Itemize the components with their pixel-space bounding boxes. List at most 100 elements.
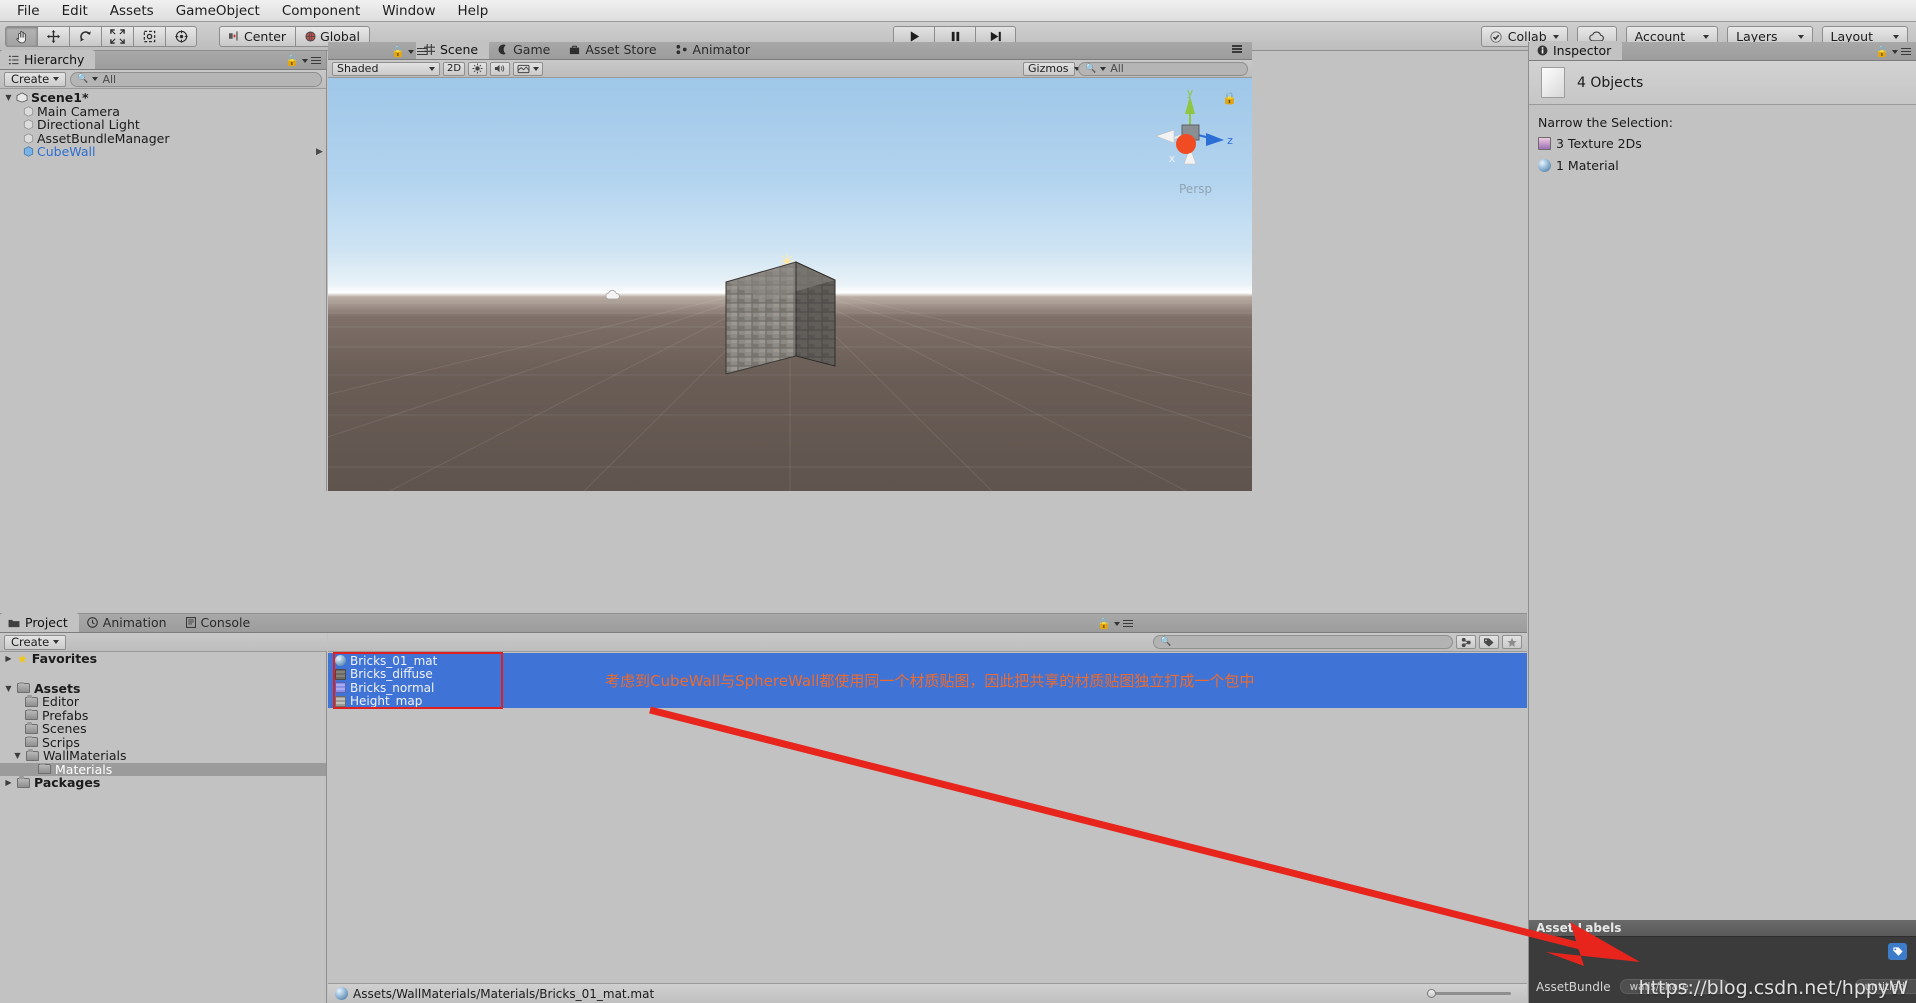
chevron-right-icon[interactable]: ▶	[4, 654, 13, 663]
move-tool-button[interactable]	[37, 25, 69, 47]
hamburger-icon[interactable]	[1232, 45, 1242, 53]
hierarchy-search-input[interactable]: 🔍 All	[70, 71, 322, 87]
scene-lock-menu[interactable]: 🔒	[391, 45, 427, 58]
lighting-toggle-button[interactable]	[468, 61, 488, 76]
sun-icon	[472, 63, 483, 74]
asset-row-bricks-normal[interactable]: Bricks_normal	[335, 681, 505, 695]
menu-item-assets[interactable]: Assets	[99, 1, 165, 21]
brick-wall-object[interactable]	[724, 258, 837, 378]
zoom-slider[interactable]	[1427, 989, 1511, 998]
gizmos-dropdown[interactable]: Gizmos	[1023, 61, 1080, 76]
fx-toggle-button[interactable]	[513, 61, 544, 76]
hierarchy-icon	[8, 55, 19, 64]
asset-label: Height_map	[350, 694, 423, 709]
tab-scene[interactable]: Scene	[416, 40, 490, 59]
tab-game[interactable]: Game	[489, 40, 561, 59]
chevron-down-icon[interactable]: ▼	[4, 684, 13, 693]
search-icon: 🔍	[77, 74, 89, 84]
inspector-panel-menu[interactable]: 🔒	[1875, 45, 1911, 58]
project-search-input[interactable]: 🔍	[1153, 635, 1453, 649]
chevron-down-icon	[429, 66, 435, 71]
transform-tool-button[interactable]	[165, 25, 197, 47]
asset-label: Bricks_01_mat	[350, 653, 438, 668]
tab-animation[interactable]: Animation	[79, 613, 178, 632]
folder-row-wallmaterials[interactable]: ▼ WallMaterials	[0, 748, 326, 763]
annotation-text: 考虑到CubeWall与SphereWall都使用同一个材质贴图，因此把共享的材…	[605, 671, 1255, 690]
narrow-item-material[interactable]: 1 Material	[1538, 157, 1907, 174]
rect-tool-button[interactable]	[133, 25, 165, 47]
hierarchy-create-button[interactable]: Create	[4, 71, 67, 87]
folder-row-packages[interactable]: ▶ Packages	[0, 775, 326, 790]
tab-hierarchy[interactable]: Hierarchy	[0, 50, 96, 69]
project-subbar: Create	[0, 633, 327, 652]
hierarchy-item-cubewall[interactable]: CubeWall ▶	[0, 144, 326, 159]
hamburger-icon[interactable]	[1901, 47, 1911, 56]
menu-item-help[interactable]: Help	[446, 1, 499, 21]
zoom-slider-knob[interactable]	[1427, 989, 1436, 998]
scene-axis-gizmo[interactable]: y z x 🔒	[1146, 86, 1237, 188]
audio-toggle-button[interactable]	[490, 61, 511, 76]
tab-asset-store[interactable]: Asset Store	[561, 40, 667, 59]
asset-row-bricks-01-mat[interactable]: Bricks_01_mat	[335, 654, 505, 668]
chevron-down-icon[interactable]: ▼	[13, 751, 22, 760]
scene-projection-label[interactable]: Persp	[1179, 182, 1212, 196]
menu-item-edit[interactable]: Edit	[51, 1, 99, 21]
folder-row-favorites[interactable]: ▶ ★ Favorites	[0, 652, 326, 666]
assetbundle-variant-dropdown[interactable]: untitled	[1854, 979, 1916, 994]
chevron-down-icon[interactable]: ▼	[4, 93, 13, 102]
tab-inspector[interactable]: Inspector	[1529, 41, 1623, 60]
lock-icon[interactable]: 🔒	[285, 54, 299, 67]
menu-item-gameobject[interactable]: GameObject	[165, 1, 271, 21]
project-create-button[interactable]: Create	[4, 634, 67, 650]
hand-tool-button[interactable]	[5, 25, 37, 47]
folder-row-materials[interactable]: Materials	[0, 762, 326, 777]
assetbundle-name-dropdown[interactable]: walls/share	[1619, 979, 1728, 994]
narrow-item-textures[interactable]: 3 Texture 2Ds	[1538, 135, 1907, 152]
scene-panel-menu[interactable]	[1232, 45, 1242, 53]
folder-row-assets[interactable]: ▼ Assets	[0, 681, 326, 696]
tab-console[interactable]: Console	[178, 613, 262, 632]
tab-animator[interactable]: Animator	[668, 40, 761, 59]
scene-search-input[interactable]: 🔍 All	[1078, 61, 1248, 76]
chevron-right-icon[interactable]: ▶	[4, 778, 13, 787]
tag-icon[interactable]	[1888, 943, 1907, 960]
project-panel-menu[interactable]: 🔒	[1097, 617, 1133, 630]
folder-row-editor[interactable]: Editor	[0, 694, 326, 709]
hamburger-icon[interactable]	[416, 47, 427, 56]
menu-item-file[interactable]: File	[6, 1, 51, 21]
scale-tool-button[interactable]	[101, 25, 133, 47]
hierarchy-scene-row[interactable]: ▼ Scene1*	[0, 90, 326, 105]
menu-item-component[interactable]: Component	[271, 1, 371, 21]
hierarchy-panel-menu[interactable]: 🔒	[285, 54, 321, 67]
filter-by-type-button[interactable]	[1456, 635, 1476, 649]
2d-toggle-button[interactable]: 2D	[443, 61, 466, 76]
draw-mode-dropdown[interactable]: Shaded	[332, 61, 440, 76]
scene-viewport[interactable]: y z x 🔒 Persp	[328, 78, 1252, 491]
texture-dark-icon	[335, 668, 346, 680]
chevron-down-icon	[407, 49, 414, 54]
hand-icon	[16, 30, 26, 43]
hamburger-icon[interactable]	[311, 56, 321, 65]
hierarchy-item-directional-light[interactable]: Directional Light	[0, 117, 326, 132]
chevron-down-icon	[1552, 34, 1559, 39]
lock-icon[interactable]: 🔒	[1097, 617, 1111, 630]
hierarchy-item-main-camera[interactable]: Main Camera	[0, 104, 326, 119]
favorite-button[interactable]	[1502, 635, 1522, 649]
pivot-mode-button[interactable]: Center	[219, 25, 296, 47]
rotate-tool-button[interactable]	[69, 25, 101, 47]
folder-row-prefabs[interactable]: Prefabs	[0, 708, 326, 723]
folder-row-scenes[interactable]: Scenes	[0, 721, 326, 736]
chevron-right-icon[interactable]: ▶	[316, 147, 323, 157]
asset-row-height-map[interactable]: Height_map	[335, 694, 505, 709]
menu-item-window[interactable]: Window	[371, 1, 446, 21]
hierarchy-item-assetbundlemanager[interactable]: AssetBundleManager	[0, 131, 326, 146]
lock-icon[interactable]: 🔒	[1875, 45, 1889, 58]
asset-row-bricks-diffuse[interactable]: Bricks_diffuse	[335, 667, 505, 681]
asset-labels-body: AssetBundle walls/share untitled	[1529, 937, 1916, 1003]
filter-by-label-button[interactable]	[1479, 635, 1499, 649]
folder-row-scrips[interactable]: Scrips	[0, 735, 326, 750]
scene-toolbar: Shaded 2D Gizmos 🔍 All	[328, 60, 1252, 78]
tab-project[interactable]: Project	[0, 613, 79, 632]
hamburger-icon[interactable]	[1123, 619, 1133, 628]
lock-icon[interactable]: 🔒	[391, 45, 405, 58]
